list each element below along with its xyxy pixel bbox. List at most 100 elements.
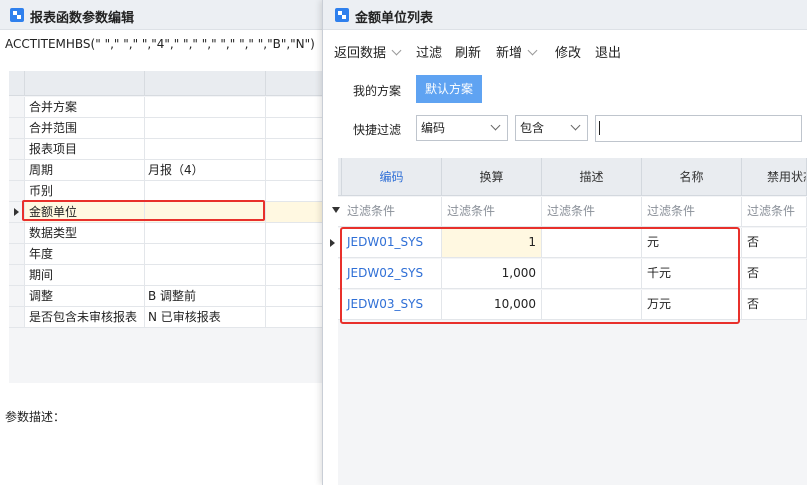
return-data-button[interactable]: 返回数据 bbox=[334, 42, 402, 61]
filter-row: 过滤条件 过滤条件 过滤条件 过滤条件 过滤条件 bbox=[332, 197, 807, 227]
cell-disabled[interactable]: 否 bbox=[742, 228, 807, 257]
filter-cell-description[interactable]: 过滤条件 bbox=[542, 197, 642, 226]
add-button[interactable]: 新增 bbox=[496, 42, 538, 61]
chevron-down-icon[interactable] bbox=[490, 120, 501, 131]
row-indicator bbox=[9, 286, 25, 306]
cell-disabled[interactable]: 否 bbox=[742, 290, 807, 319]
param-value[interactable] bbox=[145, 244, 266, 264]
row-indicator bbox=[9, 265, 25, 285]
param-name: 调整 bbox=[25, 286, 145, 306]
filter-cell-name[interactable]: 过滤条件 bbox=[642, 197, 742, 226]
exit-button[interactable]: 退出 bbox=[595, 42, 621, 61]
param-extra bbox=[266, 160, 322, 180]
param-extra bbox=[266, 181, 322, 201]
toolbar: 返回数据 过滤 刷新 新增 修改 退出 bbox=[323, 36, 807, 64]
param-name: 合并范围 bbox=[25, 118, 145, 138]
app-logo-icon bbox=[10, 8, 24, 22]
param-extra bbox=[266, 97, 322, 117]
quick-filter-input[interactable] bbox=[595, 115, 802, 142]
chevron-down-icon[interactable] bbox=[527, 45, 538, 56]
highlight-box-amount-unit bbox=[22, 200, 265, 221]
column-header-disabled[interactable]: 禁用状态 bbox=[742, 158, 807, 196]
param-row[interactable]: 调整 B 调整前 bbox=[9, 286, 322, 307]
filter-operator-select[interactable]: 包含 bbox=[515, 115, 588, 141]
param-row[interactable]: 合并范围 bbox=[9, 118, 322, 139]
amount-unit-title: 金额单位列表 bbox=[355, 11, 434, 26]
formula-text: ACCTITEMHBS(" "," "," ","4"," "," "," ",… bbox=[5, 37, 315, 51]
filter-cell-disabled[interactable]: 过滤条件 bbox=[742, 197, 807, 226]
grid-header: 编码 换算 描述 名称 禁用状态 bbox=[338, 158, 807, 196]
param-row[interactable]: 是否包含未审核报表 N 已审核报表 bbox=[9, 307, 322, 328]
chevron-down-icon[interactable] bbox=[570, 120, 581, 131]
edit-button[interactable]: 修改 bbox=[555, 42, 581, 61]
param-name: 数据类型 bbox=[25, 223, 145, 243]
text-cursor bbox=[599, 121, 600, 135]
param-name: 币别 bbox=[25, 181, 145, 201]
param-grid-header-value bbox=[145, 71, 266, 96]
param-row[interactable]: 期间 bbox=[9, 265, 322, 286]
filter-panel: 我的方案 默认方案 快捷过滤 编码 包含 bbox=[323, 68, 807, 156]
param-grid: 合并方案 合并范围 报表项目 周期 月报（4） 币别 金额单位 数据类型 年度 … bbox=[9, 71, 322, 383]
column-header-name[interactable]: 名称 bbox=[642, 158, 742, 196]
param-value[interactable]: B 调整前 bbox=[145, 286, 266, 306]
param-name: 合并方案 bbox=[25, 97, 145, 117]
filter-cell-code[interactable]: 过滤条件 bbox=[342, 197, 442, 226]
current-row-caret-icon bbox=[330, 239, 335, 247]
param-value[interactable] bbox=[145, 181, 266, 201]
param-editor-title: 报表函数参数编辑 bbox=[30, 11, 135, 26]
param-extra bbox=[266, 244, 322, 264]
amount-unit-titlebar: 金额单位列表 bbox=[323, 0, 807, 30]
column-header-code[interactable]: 编码 bbox=[342, 158, 442, 196]
filter-cell-factor[interactable]: 过滤条件 bbox=[442, 197, 542, 226]
param-row[interactable]: 合并方案 bbox=[9, 97, 322, 118]
param-value[interactable]: N 已审核报表 bbox=[145, 307, 266, 327]
param-row[interactable]: 币别 bbox=[9, 181, 322, 202]
param-row[interactable]: 年度 bbox=[9, 244, 322, 265]
row-indicator bbox=[9, 139, 25, 159]
param-extra bbox=[266, 202, 322, 222]
param-name: 期间 bbox=[25, 265, 145, 285]
param-extra bbox=[266, 265, 322, 285]
param-grid-header-name bbox=[25, 71, 145, 96]
param-row[interactable]: 数据类型 bbox=[9, 223, 322, 244]
filter-field-select[interactable]: 编码 bbox=[416, 115, 508, 141]
filter-operator-value: 包含 bbox=[520, 121, 545, 135]
param-row[interactable]: 报表项目 bbox=[9, 139, 322, 160]
param-extra bbox=[266, 307, 322, 327]
param-value[interactable] bbox=[145, 265, 266, 285]
param-extra bbox=[266, 286, 322, 306]
filter-button[interactable]: 过滤 bbox=[416, 42, 442, 61]
current-row-caret-icon bbox=[14, 208, 19, 216]
default-scheme-button[interactable]: 默认方案 bbox=[416, 75, 482, 103]
highlight-box-unit-rows bbox=[340, 227, 740, 324]
param-row[interactable]: 周期 月报（4） bbox=[9, 160, 322, 181]
param-editor-titlebar: 报表函数参数编辑 bbox=[0, 0, 322, 30]
row-indicator bbox=[9, 223, 25, 243]
param-editor-window: 报表函数参数编辑 ACCTITEMHBS(" "," "," ","4"," "… bbox=[0, 0, 322, 485]
param-value[interactable] bbox=[145, 97, 266, 117]
row-indicator bbox=[9, 307, 25, 327]
column-header-description[interactable]: 描述 bbox=[542, 158, 642, 196]
param-grid-header-indicator bbox=[9, 71, 25, 96]
param-value[interactable] bbox=[145, 139, 266, 159]
param-value[interactable]: 月报（4） bbox=[145, 160, 266, 180]
chevron-down-icon[interactable] bbox=[391, 45, 402, 56]
row-indicator bbox=[9, 118, 25, 138]
refresh-button[interactable]: 刷新 bbox=[455, 42, 481, 61]
param-description-label: 参数描述： bbox=[5, 410, 66, 424]
quick-filter-label: 快捷过滤 bbox=[353, 123, 402, 137]
column-header-factor[interactable]: 换算 bbox=[442, 158, 542, 196]
cell-disabled[interactable]: 否 bbox=[742, 259, 807, 288]
row-indicator bbox=[9, 97, 25, 117]
return-data-label: 返回数据 bbox=[334, 46, 387, 61]
param-value[interactable] bbox=[145, 223, 266, 243]
row-indicator bbox=[9, 160, 25, 180]
param-value[interactable] bbox=[145, 118, 266, 138]
param-extra bbox=[266, 118, 322, 138]
app-logo-icon bbox=[335, 8, 349, 22]
param-extra bbox=[266, 223, 322, 243]
param-name: 年度 bbox=[25, 244, 145, 264]
my-scheme-label: 我的方案 bbox=[353, 84, 402, 98]
param-extra bbox=[266, 139, 322, 159]
param-name: 报表项目 bbox=[25, 139, 145, 159]
